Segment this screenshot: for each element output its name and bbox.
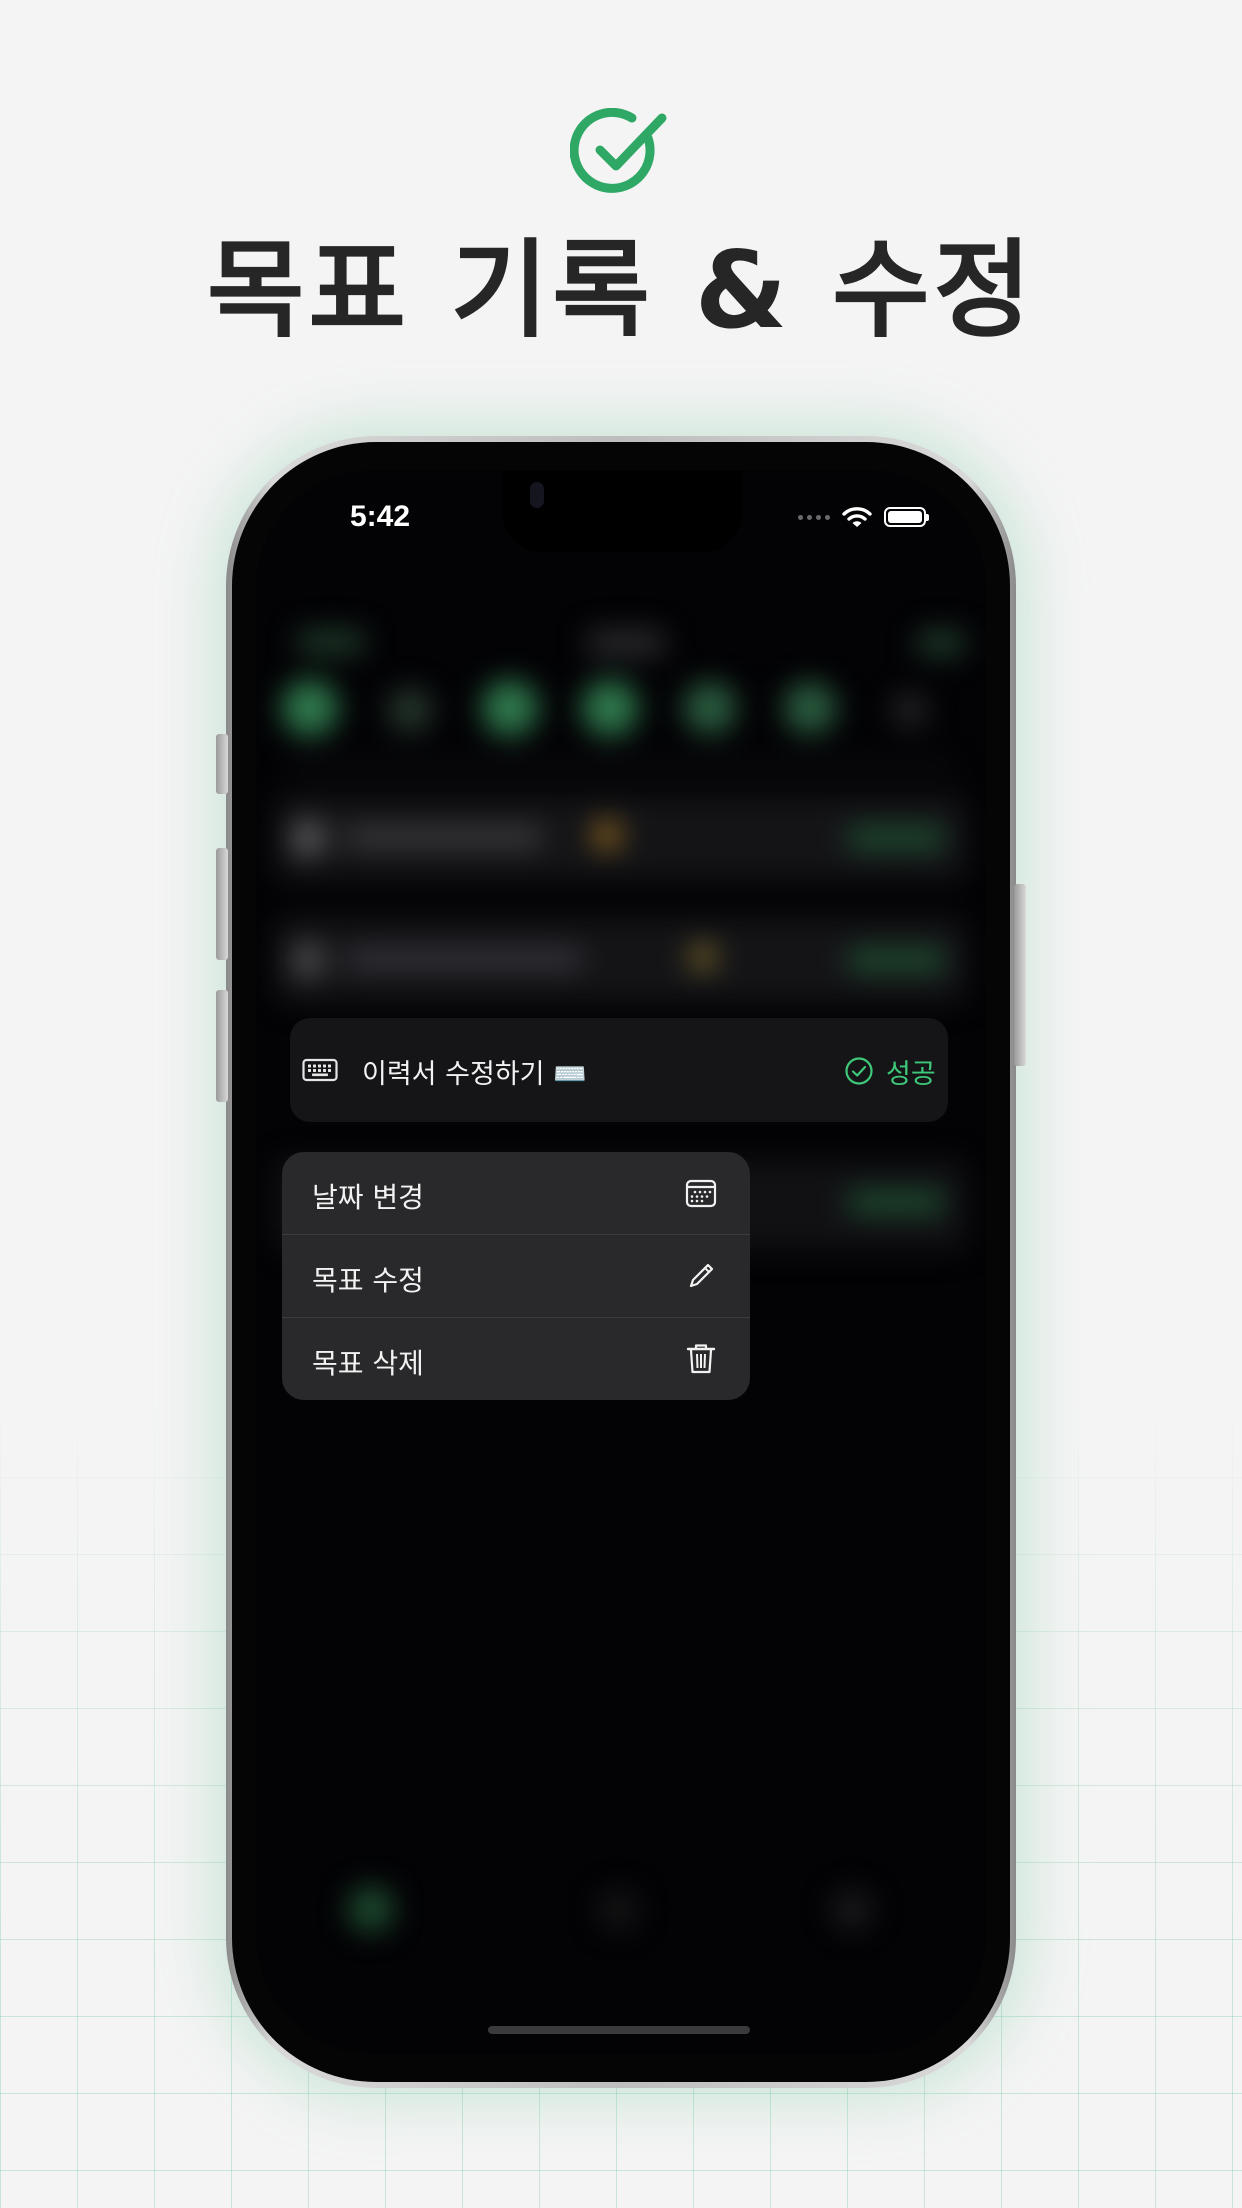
trash-icon xyxy=(686,1344,716,1374)
blurred-day-dot xyxy=(388,688,432,732)
blurred-header-center xyxy=(586,630,666,656)
menu-item-change-date[interactable]: 날짜 변경 xyxy=(282,1152,750,1234)
blurred-day-dot xyxy=(784,682,836,734)
context-menu: 날짜 변경 목표 수정 목표 삭제 xyxy=(282,1152,750,1400)
battery-icon xyxy=(884,507,929,527)
menu-item-edit-goal[interactable]: 목표 수정 xyxy=(282,1235,750,1317)
blurred-row-status xyxy=(846,1190,946,1214)
phone-silent-switch xyxy=(216,734,228,794)
phone-screen: 5:42 이력서 수정하기 ⌨️ 성공 날짜 변경 목표 수정 목표 삭제 xyxy=(256,470,986,2054)
menu-item-label: 목표 수정 xyxy=(312,1264,424,1297)
goal-title: 이력서 수정하기 ⌨️ xyxy=(362,1059,587,1090)
phone-volume-up-button xyxy=(216,848,228,960)
wifi-icon xyxy=(842,507,872,527)
blurred-day-dot xyxy=(684,682,736,734)
check-circle-icon xyxy=(570,108,667,193)
keyboard-icon xyxy=(302,1058,338,1082)
blurred-header-right xyxy=(916,630,966,656)
blurred-day-dot xyxy=(282,680,338,736)
check-circle-icon xyxy=(845,1057,873,1085)
goal-status-badge: 성공 xyxy=(886,1059,936,1090)
blurred-row-icon xyxy=(290,820,326,856)
page-title: 목표 기록 & 수정 xyxy=(206,229,1036,352)
blurred-header-left xyxy=(296,630,366,654)
phone-volume-down-button xyxy=(216,990,228,1102)
front-camera xyxy=(530,482,544,508)
menu-item-delete-goal[interactable]: 목표 삭제 xyxy=(282,1318,750,1400)
blurred-tab-icon xyxy=(348,1886,394,1932)
goal-card[interactable]: 이력서 수정하기 ⌨️ 성공 xyxy=(290,1018,948,1122)
blurred-divider xyxy=(286,764,956,768)
menu-item-label: 날짜 변경 xyxy=(312,1181,424,1214)
blurred-row-icon xyxy=(290,942,326,978)
phone-notch xyxy=(502,470,742,552)
menu-item-label: 목표 삭제 xyxy=(312,1347,424,1380)
phone-power-button xyxy=(1014,884,1026,1066)
pencil-icon xyxy=(689,1263,714,1288)
blurred-row-text xyxy=(344,948,584,970)
blurred-row-status xyxy=(846,826,946,850)
status-bar-indicators xyxy=(798,506,929,528)
home-indicator[interactable] xyxy=(488,2026,750,2034)
blurred-row-emoji xyxy=(688,942,718,972)
cellular-signal-icon xyxy=(798,514,830,520)
status-bar-time: 5:42 xyxy=(350,500,411,533)
blurred-day-dot xyxy=(482,680,538,736)
blurred-tab-icon xyxy=(598,1890,638,1930)
blurred-tab-icon xyxy=(832,1890,872,1930)
blurred-row-status xyxy=(846,948,946,972)
calendar-icon xyxy=(685,1179,717,1208)
blurred-day-dot xyxy=(582,680,638,736)
blurred-row-emoji xyxy=(592,820,622,850)
blurred-day-dot xyxy=(892,692,928,728)
blurred-row-text xyxy=(344,826,544,848)
